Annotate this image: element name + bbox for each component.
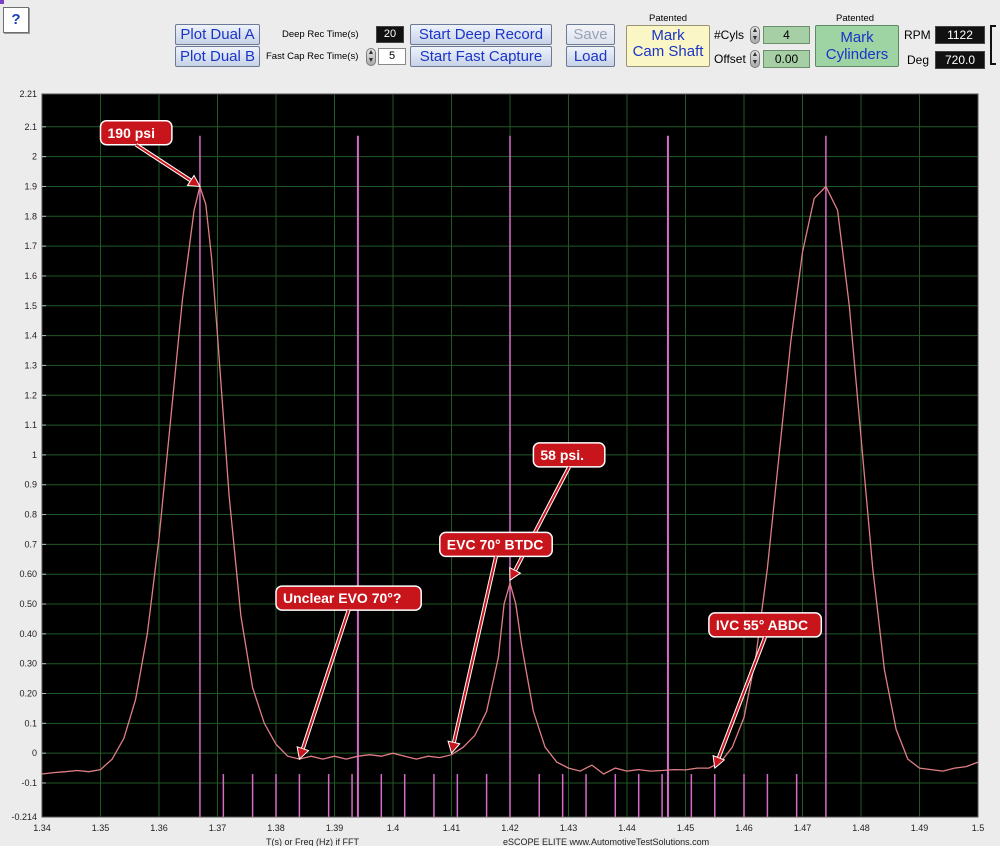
y-tick-label: 0.9 xyxy=(24,480,37,490)
x-tick-label: 1.48 xyxy=(852,823,870,833)
annotation-text: Unclear EVO 70°? xyxy=(283,590,401,606)
y-tick-label: 0 xyxy=(32,748,37,758)
y-tick-label: 0.20 xyxy=(19,689,37,699)
x-tick-label: 1.46 xyxy=(735,823,753,833)
y-tick-label: 1 xyxy=(32,450,37,460)
annotation-text: 190 psi xyxy=(108,125,155,141)
y-tick-label: 1.4 xyxy=(24,331,37,341)
y-tick-label: 0.30 xyxy=(19,659,37,669)
x-tick-label: 1.49 xyxy=(911,823,929,833)
y-tick-label: 0.8 xyxy=(24,510,37,520)
x-tick-label: 1.45 xyxy=(677,823,695,833)
y-tick-label: 0.40 xyxy=(19,629,37,639)
y-tick-label: 0.60 xyxy=(19,569,37,579)
x-tick-label: 1.43 xyxy=(560,823,578,833)
y-tick-label: 1.2 xyxy=(24,390,37,400)
y-tick-label: 2 xyxy=(32,152,37,162)
y-tick-label: 1.6 xyxy=(24,271,37,281)
footer-watermark: eSCOPE ELITE www.AutomotiveTestSolutions… xyxy=(503,837,709,846)
x-tick-label: 1.44 xyxy=(618,823,636,833)
x-tick-label: 1.41 xyxy=(443,823,461,833)
x-axis-label: T(s) or Freq (Hz) if FFT xyxy=(266,837,359,846)
y-tick-label: 0.50 xyxy=(19,599,37,609)
y-tick-label: 1.8 xyxy=(24,211,37,221)
y-tick-label: 1.7 xyxy=(24,241,37,251)
x-tick-label: 1.36 xyxy=(150,823,168,833)
annotation-text: EVC 70° BTDC xyxy=(447,536,544,552)
x-tick-label: 1.47 xyxy=(794,823,812,833)
y-tick-label: -0.1 xyxy=(21,778,37,788)
annotation-text: 58 psi. xyxy=(540,447,584,463)
y-tick-label: 0.1 xyxy=(24,718,37,728)
x-tick-label: 1.39 xyxy=(326,823,344,833)
x-tick-label: 1.5 xyxy=(972,823,985,833)
annotation-text: IVC 55° ABDC xyxy=(716,617,808,633)
y-tick-label: 1.9 xyxy=(24,181,37,191)
y-tick-label: 1.1 xyxy=(24,420,37,430)
pressure-waveform-chart[interactable]: 2.21 2.1 2 1.9 1.8 1.7 1.6 1.5 1.4 1.3 1.2 1.1 1 0.9 0… xyxy=(0,0,1000,846)
x-tick-label: 1.34 xyxy=(33,823,51,833)
x-tick-label: 1.4 xyxy=(387,823,400,833)
x-tick-label: 1.38 xyxy=(267,823,285,833)
y-tick-label: 2.21 xyxy=(19,89,37,99)
y-tick-label: 2.1 xyxy=(24,122,37,132)
y-tick-label: 1.5 xyxy=(24,301,37,311)
y-tick-label: 1.3 xyxy=(24,360,37,370)
y-tick-label: -0.214 xyxy=(11,812,37,822)
y-tick-label: 0.7 xyxy=(24,539,37,549)
x-tick-label: 1.42 xyxy=(501,823,519,833)
x-tick-label: 1.35 xyxy=(92,823,110,833)
x-tick-label: 1.37 xyxy=(209,823,227,833)
